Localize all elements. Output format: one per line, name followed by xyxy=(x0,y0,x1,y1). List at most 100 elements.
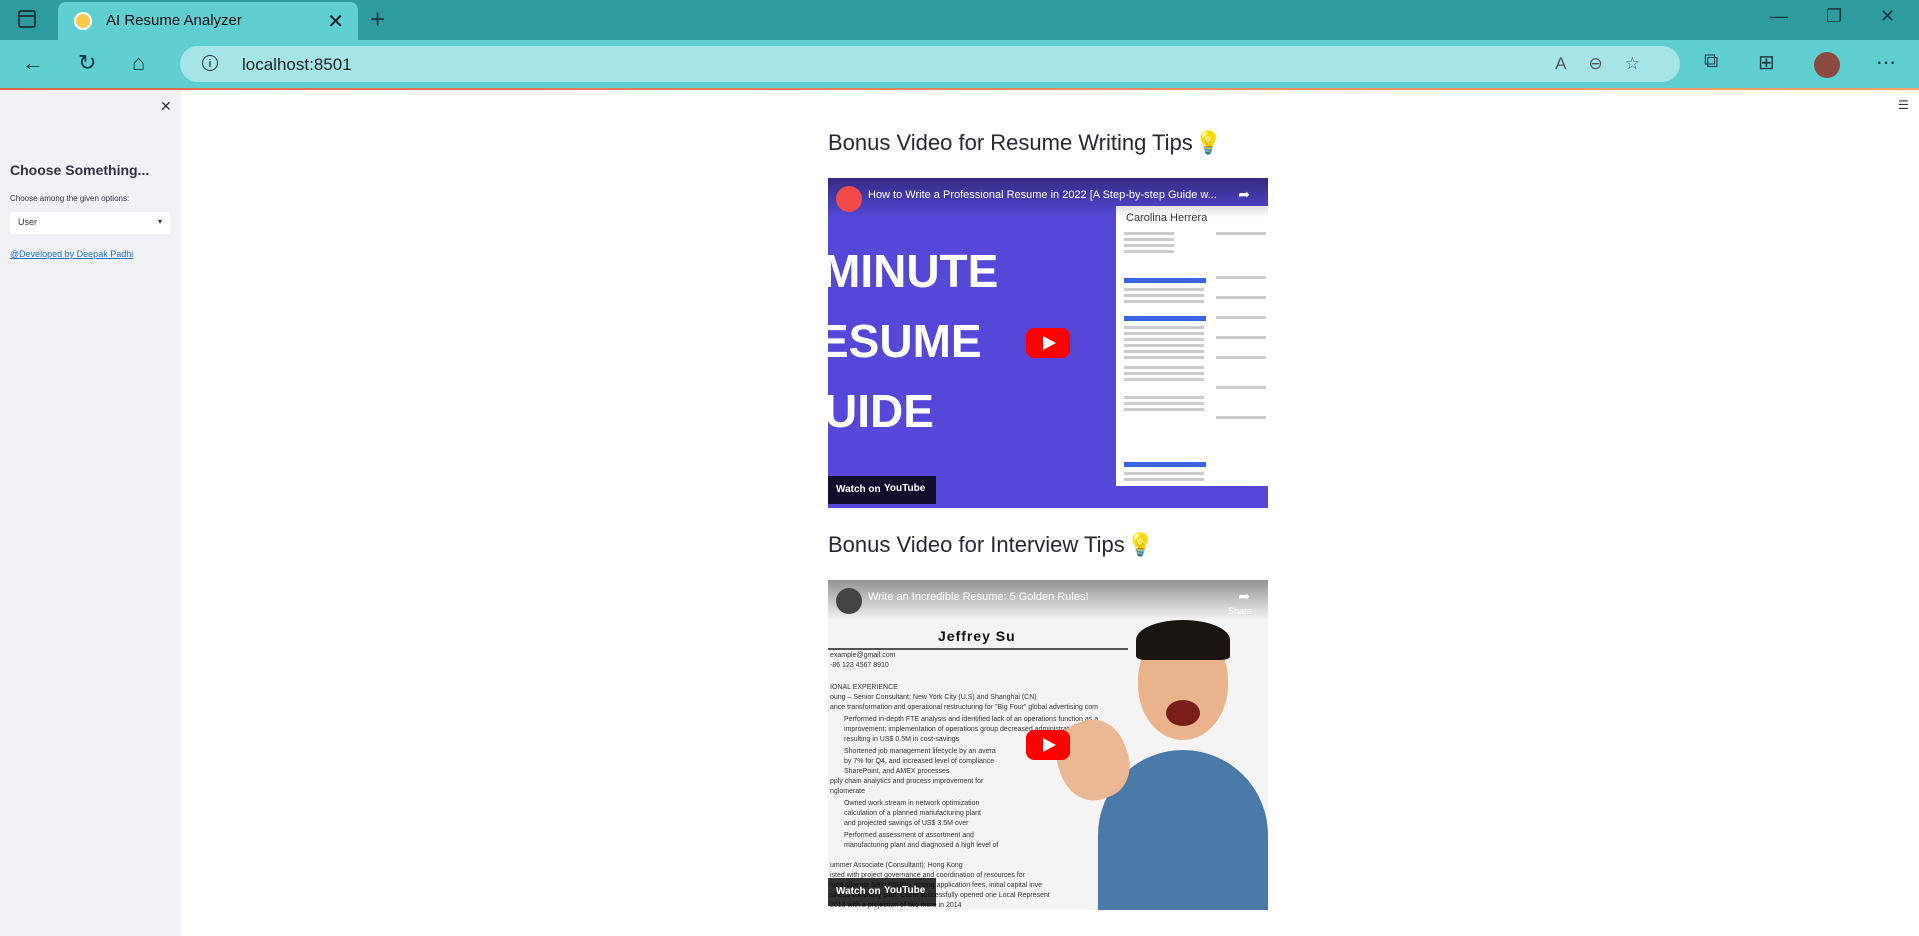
resume-line xyxy=(1216,386,1266,389)
browser-tab-bar: AI Resume Analyzer ✕ + — ❐ ✕ xyxy=(0,0,1919,40)
presenter-mouth xyxy=(1166,700,1200,726)
back-icon[interactable]: ← xyxy=(22,50,44,76)
video-title[interactable]: Write an Incredible Resume: 5 Golden Rul… xyxy=(868,591,1089,603)
channel-avatar[interactable] xyxy=(836,588,862,614)
video-header: Write an Incredible Resume: 5 Golden Rul… xyxy=(828,580,1268,620)
play-button[interactable] xyxy=(1026,730,1070,760)
doc-line-text: Shortened job management lifecycle by an… xyxy=(844,748,996,755)
select-value[interactable]: User xyxy=(18,217,37,227)
lightbulb-icon: 💡 xyxy=(1126,532,1155,557)
favicon-icon xyxy=(74,12,92,30)
doc-line-text: nglomerate xyxy=(830,788,866,795)
share-icon[interactable]: ➦ xyxy=(1238,588,1250,605)
doc-line-text: manufacturing plant and diagnosed a high… xyxy=(844,842,999,849)
resume-line xyxy=(1124,288,1204,291)
doc-line-text: resulting in US$ 0.5M in cost-savings xyxy=(844,736,960,743)
video-header: How to Write a Professional Resume in 20… xyxy=(828,178,1268,218)
watch-on-youtube-button[interactable]: Watch on YouTube xyxy=(828,878,936,906)
doc-line-text: SharePoint, and AMEX processes xyxy=(844,768,950,775)
doc-line-text: Owned work stream in network optimizatio… xyxy=(844,800,980,807)
tab-actions-icon[interactable] xyxy=(18,10,36,28)
resume-line xyxy=(1124,408,1204,411)
resume-line xyxy=(1216,336,1266,339)
doc-line-text: ummer Associate (Consultant); Hong Kong xyxy=(830,862,963,869)
resume-line xyxy=(1124,300,1204,303)
refresh-icon[interactable]: ↻ xyxy=(78,50,96,76)
chevron-down-icon[interactable]: ▾ xyxy=(158,217,162,226)
new-tab-icon[interactable]: + xyxy=(370,4,385,35)
doc-line-text: oung – Senior Consultant; New York City … xyxy=(830,694,1037,701)
share-label[interactable]: Share xyxy=(1228,606,1252,616)
play-icon xyxy=(1043,336,1056,350)
play-button[interactable] xyxy=(1026,328,1070,358)
address-bar[interactable]: i localhost:8501 A⊖☆ xyxy=(180,46,1680,82)
split-screen-icon[interactable]: ⧉ xyxy=(1704,50,1718,73)
close-window-icon[interactable]: ✕ xyxy=(1880,6,1895,27)
heading-text: Bonus Video for Interview Tips xyxy=(828,532,1125,557)
collections-icon[interactable]: ⊞ xyxy=(1758,50,1775,75)
url-text[interactable]: localhost:8501 xyxy=(242,55,352,75)
resume-line xyxy=(1124,238,1174,241)
presenter-hair xyxy=(1136,620,1230,660)
close-sidebar-icon[interactable]: ✕ xyxy=(160,98,172,115)
resume-line xyxy=(1124,344,1204,347)
doc-line-text: ance transformation and operational rest… xyxy=(830,704,1098,711)
option-select[interactable]: User ▾ xyxy=(10,212,170,234)
resume-section-bar xyxy=(1124,316,1206,321)
developer-link[interactable]: @Developed by Deepak Padhi xyxy=(10,249,133,259)
resume-line xyxy=(1124,356,1204,359)
minimize-icon[interactable]: — xyxy=(1770,6,1788,27)
resume-line xyxy=(1124,366,1204,369)
video-thumb-text: ESUME xyxy=(828,315,982,367)
profile-avatar[interactable] xyxy=(1814,52,1840,78)
channel-avatar[interactable] xyxy=(836,186,862,212)
doc-divider xyxy=(828,648,1128,650)
zoom-icon[interactable]: ⊖ xyxy=(1589,54,1625,73)
interview-video-embed[interactable]: Jeffrey Su example@gmail.com -86 123 4567… xyxy=(828,580,1268,910)
video-thumb-text: MINUTE xyxy=(828,245,999,297)
doc-line-text: IONAL EXPERIENCE xyxy=(830,684,898,691)
resume-line xyxy=(1124,338,1204,341)
resume-preview: Carolina Herrera xyxy=(1116,206,1268,486)
resume-section-bar xyxy=(1124,462,1206,467)
resume-video-embed[interactable]: Carolina Herrera MINUTE ESUME UIDE How t… xyxy=(828,178,1268,508)
interview-tips-heading: Bonus Video for Interview Tips💡 xyxy=(828,532,1154,558)
doc-line-text: example@gmail.com xyxy=(830,652,896,659)
tab-title: AI Resume Analyzer xyxy=(106,12,242,29)
doc-line-text: Performed in-depth FTE analysis and iden… xyxy=(844,716,1099,723)
resume-line xyxy=(1216,356,1266,359)
video-thumb-text: UIDE xyxy=(828,385,934,437)
address-bar-actions[interactable]: A⊖☆ xyxy=(1555,54,1662,74)
main-menu-icon[interactable]: ☰ xyxy=(1898,98,1909,112)
resume-line xyxy=(1124,250,1174,253)
resume-line xyxy=(1124,396,1204,399)
sidebar-title: Choose Something... xyxy=(10,162,150,178)
resume-line xyxy=(1124,294,1204,297)
browser-tab[interactable]: AI Resume Analyzer ✕ xyxy=(58,2,358,40)
resume-line xyxy=(1124,472,1204,475)
play-icon xyxy=(1043,738,1056,752)
watch-on-youtube-button[interactable]: Watch on YouTube xyxy=(828,476,936,504)
select-label: Choose among the given options: xyxy=(10,194,130,203)
youtube-logo-icon: YouTube xyxy=(884,885,926,896)
more-options-icon[interactable]: ⋯ xyxy=(1876,50,1896,75)
resume-line xyxy=(1124,478,1204,481)
resume-line xyxy=(1124,326,1204,329)
restore-icon[interactable]: ❐ xyxy=(1826,6,1842,27)
resume-line xyxy=(1124,244,1174,247)
share-icon[interactable]: ➦ xyxy=(1238,186,1250,203)
youtube-logo-icon: YouTube xyxy=(884,483,926,494)
loading-bar xyxy=(0,88,1919,90)
resume-section-bar xyxy=(1124,278,1206,283)
home-icon[interactable]: ⌂ xyxy=(132,50,145,76)
doc-line-text: and projected savings of US$ 3.5M over xyxy=(844,820,969,827)
watch-on-label: Watch on xyxy=(836,484,881,495)
resume-line xyxy=(1216,276,1266,279)
close-tab-icon[interactable]: ✕ xyxy=(327,9,344,34)
read-aloud-icon[interactable]: A xyxy=(1555,54,1588,73)
favorite-icon[interactable]: ☆ xyxy=(1625,54,1662,73)
doc-line-text: -86 123 4567 8910 xyxy=(830,662,889,669)
resume-line xyxy=(1216,316,1266,319)
site-info-icon[interactable]: i xyxy=(202,55,218,71)
video-title[interactable]: How to Write a Professional Resume in 20… xyxy=(868,189,1217,201)
